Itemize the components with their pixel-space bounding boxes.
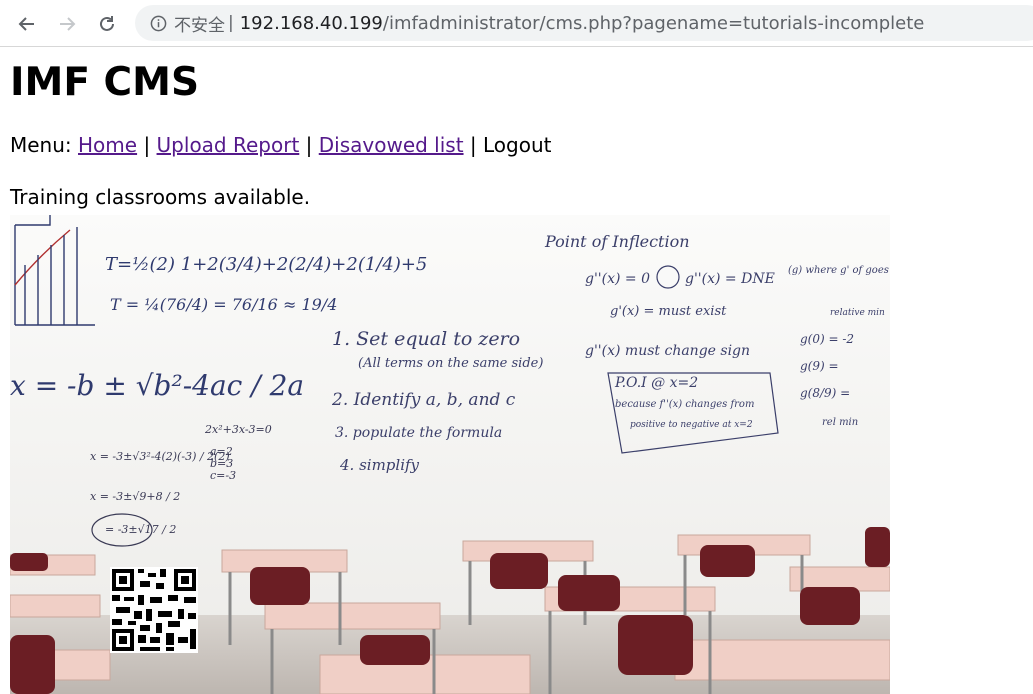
whiteboard-step-1b: (All terms on the same side) — [358, 356, 543, 371]
whiteboard-right-note: (g) where g' of goes from - to + — [788, 265, 890, 276]
address-bar[interactable]: 不安全 | 192.168.40.199/imfadministrator/cm… — [135, 5, 1033, 41]
whiteboard-because: because f''(x) changes from — [615, 399, 754, 410]
menu-separator: | — [469, 133, 477, 157]
whiteboard-step-4: 4. simplify — [339, 456, 420, 474]
whiteboard-quadratic: x = -b ± √b²-4ac / 2a — [10, 369, 304, 402]
menu-link-home[interactable]: Home — [78, 133, 137, 157]
browser-toolbar: 不安全 | 192.168.40.199/imfadministrator/cm… — [0, 0, 1033, 47]
whiteboard-t-formula-1: T=½(2) 1+2(3/4)+2(2/4)+2(1/4)+5 — [105, 254, 427, 275]
page-title: IMF CMS — [10, 60, 200, 105]
url-text[interactable]: 192.168.40.199/imfadministrator/cms.php?… — [240, 13, 925, 34]
info-icon[interactable] — [149, 14, 167, 32]
forward-button[interactable] — [52, 9, 82, 39]
page-content: IMF CMS Menu: Home | Upload Report | Dis… — [10, 48, 1033, 694]
whiteboard-point-title: Point of Inflection — [544, 232, 690, 251]
menu-logout-text: Logout — [483, 133, 552, 157]
whiteboard-g2: g''(x) = DNE — [685, 271, 775, 287]
whiteboard-poi: P.O.I @ x=2 — [614, 375, 698, 391]
menu-separator: | — [305, 133, 313, 157]
url-host: 192.168.40.199 — [239, 12, 383, 34]
main-menu: Menu: Home | Upload Report | Disavowed l… — [10, 132, 1033, 158]
whiteboard-g0: g(0) = -2 — [800, 332, 854, 346]
svg-text:x = -3±√9+8 / 2: x = -3±√9+8 / 2 — [90, 490, 180, 503]
svg-text:x = -3±√3²-4(2)(-3) / 2(2): x = -3±√3²-4(2)(-3) / 2(2) — [90, 450, 230, 463]
menu-prefix: Menu: — [10, 133, 72, 157]
svg-text:c=-3: c=-3 — [210, 469, 236, 482]
svg-text:2x²+3x-3=0: 2x²+3x-3=0 — [204, 423, 272, 436]
forward-arrow-icon — [60, 17, 76, 31]
whiteboard-step-3: 3. populate the formula — [335, 425, 502, 441]
qr-code-icon — [110, 567, 198, 653]
whiteboard-g4: g''(x) must change sign — [585, 343, 750, 359]
classroom-photo: T=½(2) 1+2(3/4)+2(2/4)+2(1/4)+5 T = ¼(76… — [10, 215, 890, 694]
intro-text: Training classrooms available. — [10, 185, 311, 209]
whiteboard-g1: g''(x) = 0 — [585, 271, 650, 287]
url-path: /imfadministrator/cms.php?pagename=tutor… — [382, 12, 925, 34]
reload-button[interactable] — [92, 9, 122, 39]
whiteboard-right-note-2: relative min — [830, 308, 885, 318]
url-separator: | — [228, 13, 234, 33]
whiteboard-because-2: positive to negative at x=2 — [630, 420, 753, 430]
whiteboard-t-formula-2: T = ¼(76/4) = 76/16 ≈ 19/4 — [110, 295, 337, 314]
menu-separator: | — [143, 133, 151, 157]
menu-link-disavowed-list[interactable]: Disavowed list — [319, 133, 464, 157]
whiteboard-g9: g(9) = — [800, 359, 839, 373]
whiteboard-g89: g(8/9) = — [800, 386, 850, 400]
svg-text:= -3±√17 / 2: = -3±√17 / 2 — [105, 523, 176, 536]
whiteboard-rel-min: rel min — [822, 417, 858, 428]
whiteboard-step-1: 1. Set equal to zero — [332, 328, 520, 350]
whiteboard-step-2: 2. Identify a, b, and c — [331, 390, 516, 410]
insecure-label: 不安全 — [174, 15, 225, 36]
back-arrow-icon — [18, 17, 34, 31]
whiteboard-g3: g'(x) = must exist — [610, 304, 727, 319]
reload-icon — [100, 16, 114, 31]
menu-link-upload-report[interactable]: Upload Report — [157, 133, 300, 157]
back-button[interactable] — [12, 9, 42, 39]
classroom-whiteboard-image: T=½(2) 1+2(3/4)+2(2/4)+2(1/4)+5 T = ¼(76… — [10, 215, 890, 694]
